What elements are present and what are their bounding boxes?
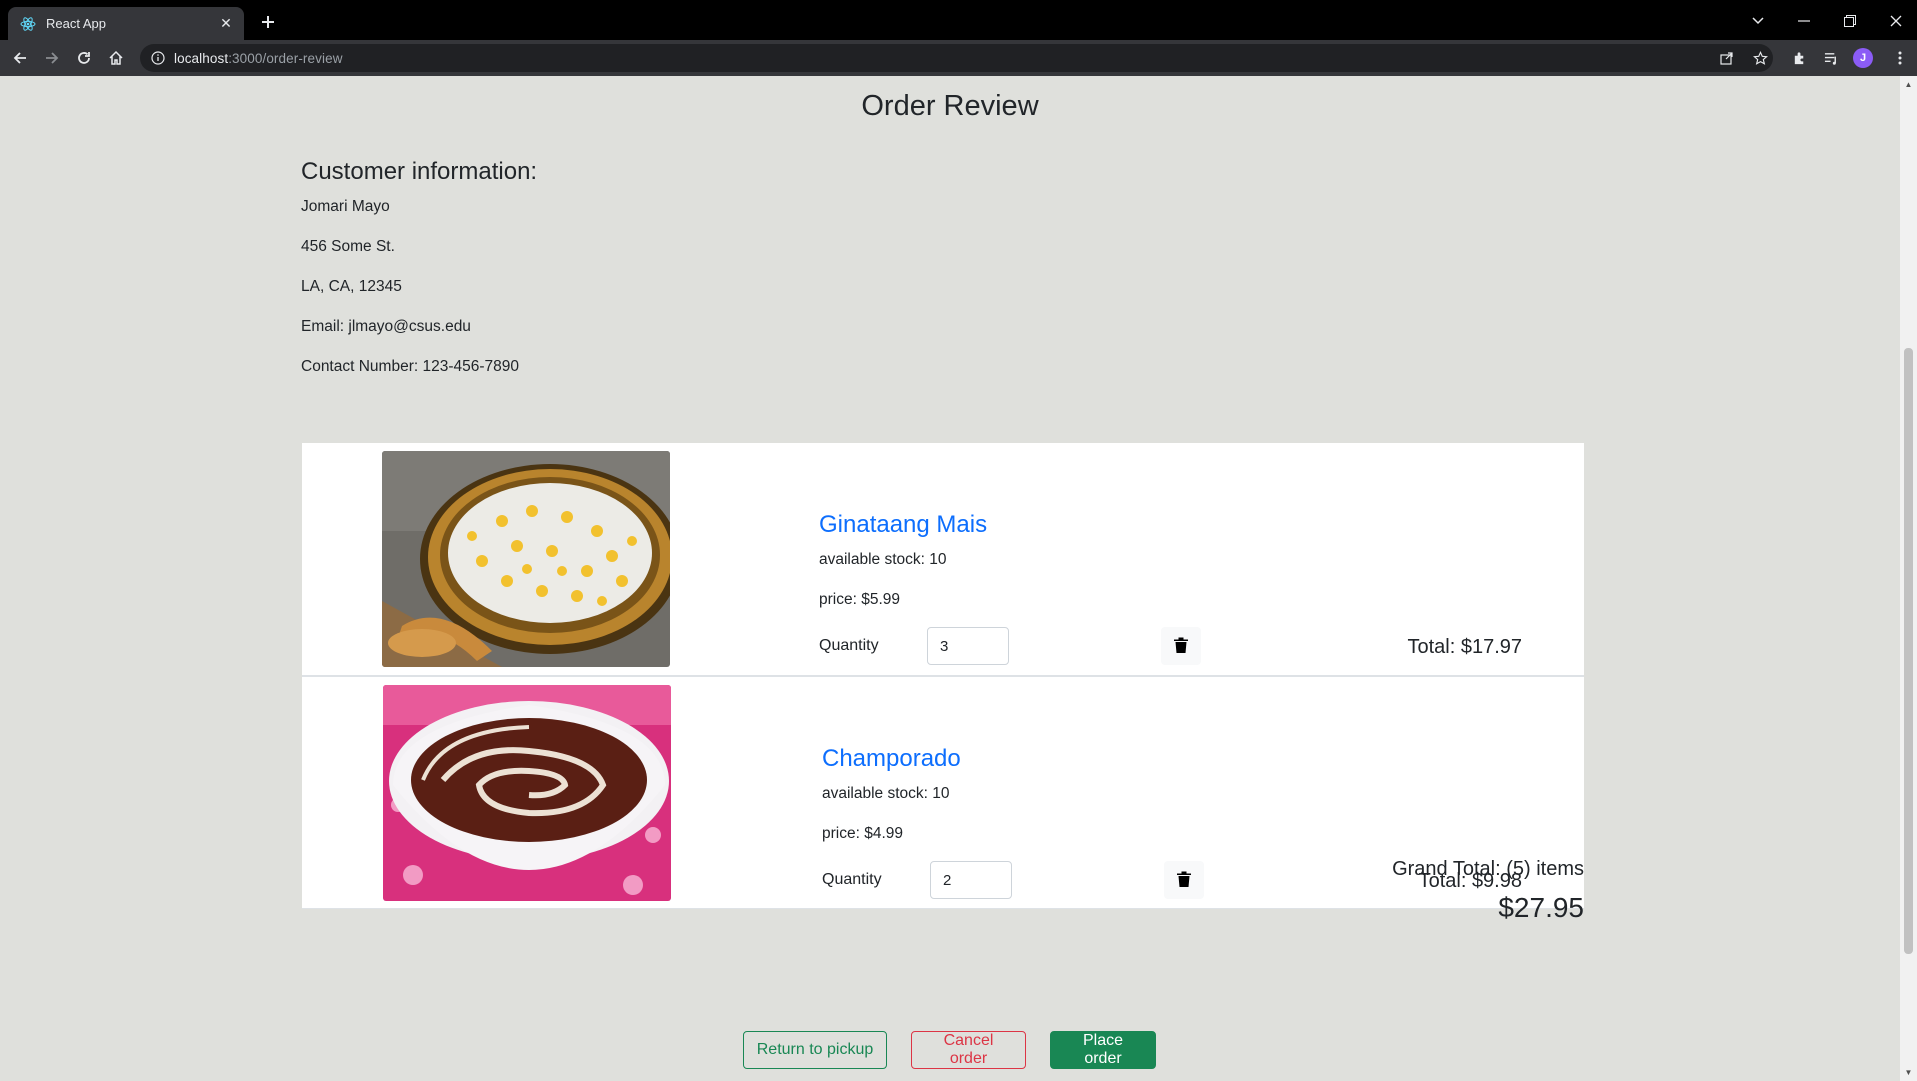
grand-total-amount: $27.95 (1498, 892, 1584, 923)
customer-email: Email: jlmayo@csus.edu (301, 318, 471, 335)
close-tab-icon[interactable]: ✕ (218, 15, 234, 32)
customer-street: 456 Some St. (301, 238, 395, 255)
tab-search-icon[interactable] (1740, 6, 1776, 36)
minimize-icon[interactable] (1786, 6, 1822, 36)
item-stock: available stock: 10 (819, 551, 947, 568)
site-info-icon[interactable] (150, 50, 166, 66)
customer-contact: Contact Number: 123-456-7890 (301, 358, 519, 375)
tab-title: React App (46, 16, 106, 31)
cart-item: Ginataang Mais available stock: 10 price… (302, 443, 1584, 676)
corn-porridge-photo (382, 451, 670, 667)
restore-icon[interactable] (1832, 6, 1868, 36)
order-review-page: Order Review Customer information: Jomar… (0, 76, 1900, 1081)
page-scrollbar[interactable]: ▲ ▼ (1900, 76, 1917, 1081)
page-title: Order Review (861, 90, 1039, 122)
item-name-link[interactable]: Ginataang Mais (819, 511, 987, 539)
item-stock: available stock: 10 (822, 785, 950, 802)
browser-toolbar: localhost:3000/order-review (0, 40, 1917, 76)
react-logo-icon (20, 16, 36, 32)
reload-icon[interactable] (72, 46, 96, 70)
home-icon[interactable] (104, 46, 128, 70)
address-bar[interactable]: localhost:3000/order-review (140, 44, 1773, 72)
url-host: localhost (174, 50, 229, 66)
quantity-label: Quantity (819, 637, 879, 654)
extensions-icon[interactable] (1787, 46, 1811, 70)
browser-tab[interactable]: React App ✕ (8, 7, 244, 40)
new-tab-icon[interactable] (256, 10, 280, 34)
cancel-order-button[interactable]: Cancel order (911, 1031, 1026, 1069)
url-text: localhost:3000/order-review (174, 51, 343, 66)
url-path: :3000/order-review (228, 50, 343, 66)
item-total: Total: $17.97 (1407, 636, 1522, 658)
trash-icon (1174, 637, 1188, 656)
grand-total-label: Grand Total: (5) items (1392, 858, 1584, 880)
quantity-label: Quantity (822, 871, 882, 888)
bookmark-star-icon[interactable] (1748, 46, 1772, 70)
place-order-button[interactable]: Place order (1050, 1031, 1156, 1069)
profile-avatar[interactable]: J (1853, 48, 1873, 68)
trash-icon (1177, 871, 1191, 890)
customer-name: Jomari Mayo (301, 198, 390, 215)
forward-icon[interactable] (40, 46, 64, 70)
close-window-icon[interactable] (1878, 6, 1914, 36)
delete-item-button[interactable] (1164, 861, 1204, 899)
cart-list: Ginataang Mais available stock: 10 price… (302, 443, 1584, 909)
item-price: price: $4.99 (822, 825, 903, 842)
scroll-up-icon[interactable]: ▲ (1904, 80, 1913, 89)
item-price: price: $5.99 (819, 591, 900, 608)
chocolate-porridge-photo (383, 685, 671, 901)
quantity-input[interactable] (930, 861, 1012, 899)
scroll-down-icon[interactable]: ▼ (1904, 1068, 1913, 1077)
back-icon[interactable] (8, 46, 32, 70)
share-icon[interactable] (1715, 46, 1739, 70)
browser-menu-icon[interactable] (1888, 46, 1912, 70)
customer-info-heading: Customer information: (301, 158, 538, 185)
customer-city: LA, CA, 12345 (301, 278, 402, 295)
quantity-input[interactable] (927, 627, 1009, 665)
media-queue-icon[interactable] (1819, 46, 1843, 70)
item-name-link[interactable]: Champorado (822, 745, 961, 773)
browser-tab-strip: React App ✕ (0, 0, 1917, 40)
delete-item-button[interactable] (1161, 627, 1201, 665)
return-to-pickup-button[interactable]: Return to pickup (743, 1031, 887, 1069)
scrollbar-thumb[interactable] (1904, 348, 1913, 954)
